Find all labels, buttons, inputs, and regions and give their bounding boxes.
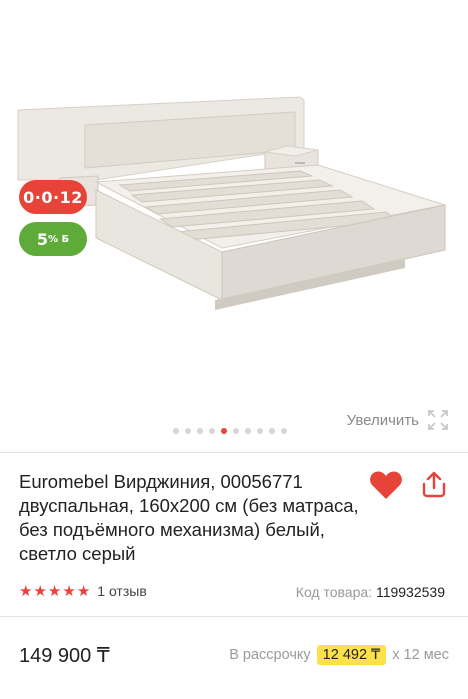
gallery-dot[interactable] xyxy=(269,428,275,434)
divider xyxy=(0,616,468,617)
installment-badge: 0·0·12 xyxy=(19,180,87,214)
gallery-dot[interactable] xyxy=(185,428,191,434)
bonus-suffix: % Б xyxy=(48,233,70,245)
star-icon: ★ xyxy=(47,582,62,600)
zoom-label: Увеличить xyxy=(346,411,419,429)
divider xyxy=(0,452,468,453)
product-code-label: Код товара: xyxy=(295,584,373,600)
installment-label: В рассрочку xyxy=(229,647,311,663)
product-title: Euromebel Вирджиния, 00056771 двуспальна… xyxy=(19,471,359,564)
gallery-dot[interactable] xyxy=(233,428,239,434)
gallery-pagination[interactable] xyxy=(173,428,287,434)
installment-badge-label: 0·0·12 xyxy=(23,187,83,207)
gallery-dot[interactable] xyxy=(245,428,251,434)
bonus-badge: 5% Б xyxy=(19,222,87,256)
product-code: Код товара: 119932539 xyxy=(296,584,445,600)
star-icon: ★ xyxy=(19,582,33,600)
rating[interactable]: ★ ★ ★ ★ ★ 1 отзыв xyxy=(19,582,147,600)
bonus-value: 5 xyxy=(36,229,48,249)
gallery-dot[interactable] xyxy=(257,428,263,434)
star-icon: ★ xyxy=(76,582,91,600)
expand-icon xyxy=(428,410,448,430)
gallery-dot[interactable] xyxy=(173,428,179,434)
gallery-dot-active[interactable] xyxy=(221,428,227,434)
rating-stars: ★ ★ ★ ★ ★ xyxy=(19,582,90,600)
installment-offer[interactable]: В рассрочку 12 492 ₸ x 12 мес xyxy=(229,645,449,665)
product-price: 149 900 ₸ xyxy=(19,645,110,667)
product-code-value: 119932539 xyxy=(375,584,445,600)
star-icon: ★ xyxy=(33,582,47,600)
reviews-link[interactable]: 1 отзыв xyxy=(97,583,147,599)
star-icon: ★ xyxy=(62,582,76,600)
product-gallery[interactable]: 0·0·12 5% Б Увеличить xyxy=(0,0,468,452)
installment-amount: 12 492 ₸ xyxy=(316,645,387,665)
zoom-button[interactable]: Увеличить xyxy=(347,409,449,431)
heart-icon[interactable] xyxy=(369,470,403,500)
share-icon[interactable] xyxy=(421,470,447,498)
gallery-dot[interactable] xyxy=(197,428,203,434)
gallery-dot[interactable] xyxy=(281,428,287,434)
installment-term: x 12 мес xyxy=(392,647,449,663)
gallery-dot[interactable] xyxy=(209,428,215,434)
